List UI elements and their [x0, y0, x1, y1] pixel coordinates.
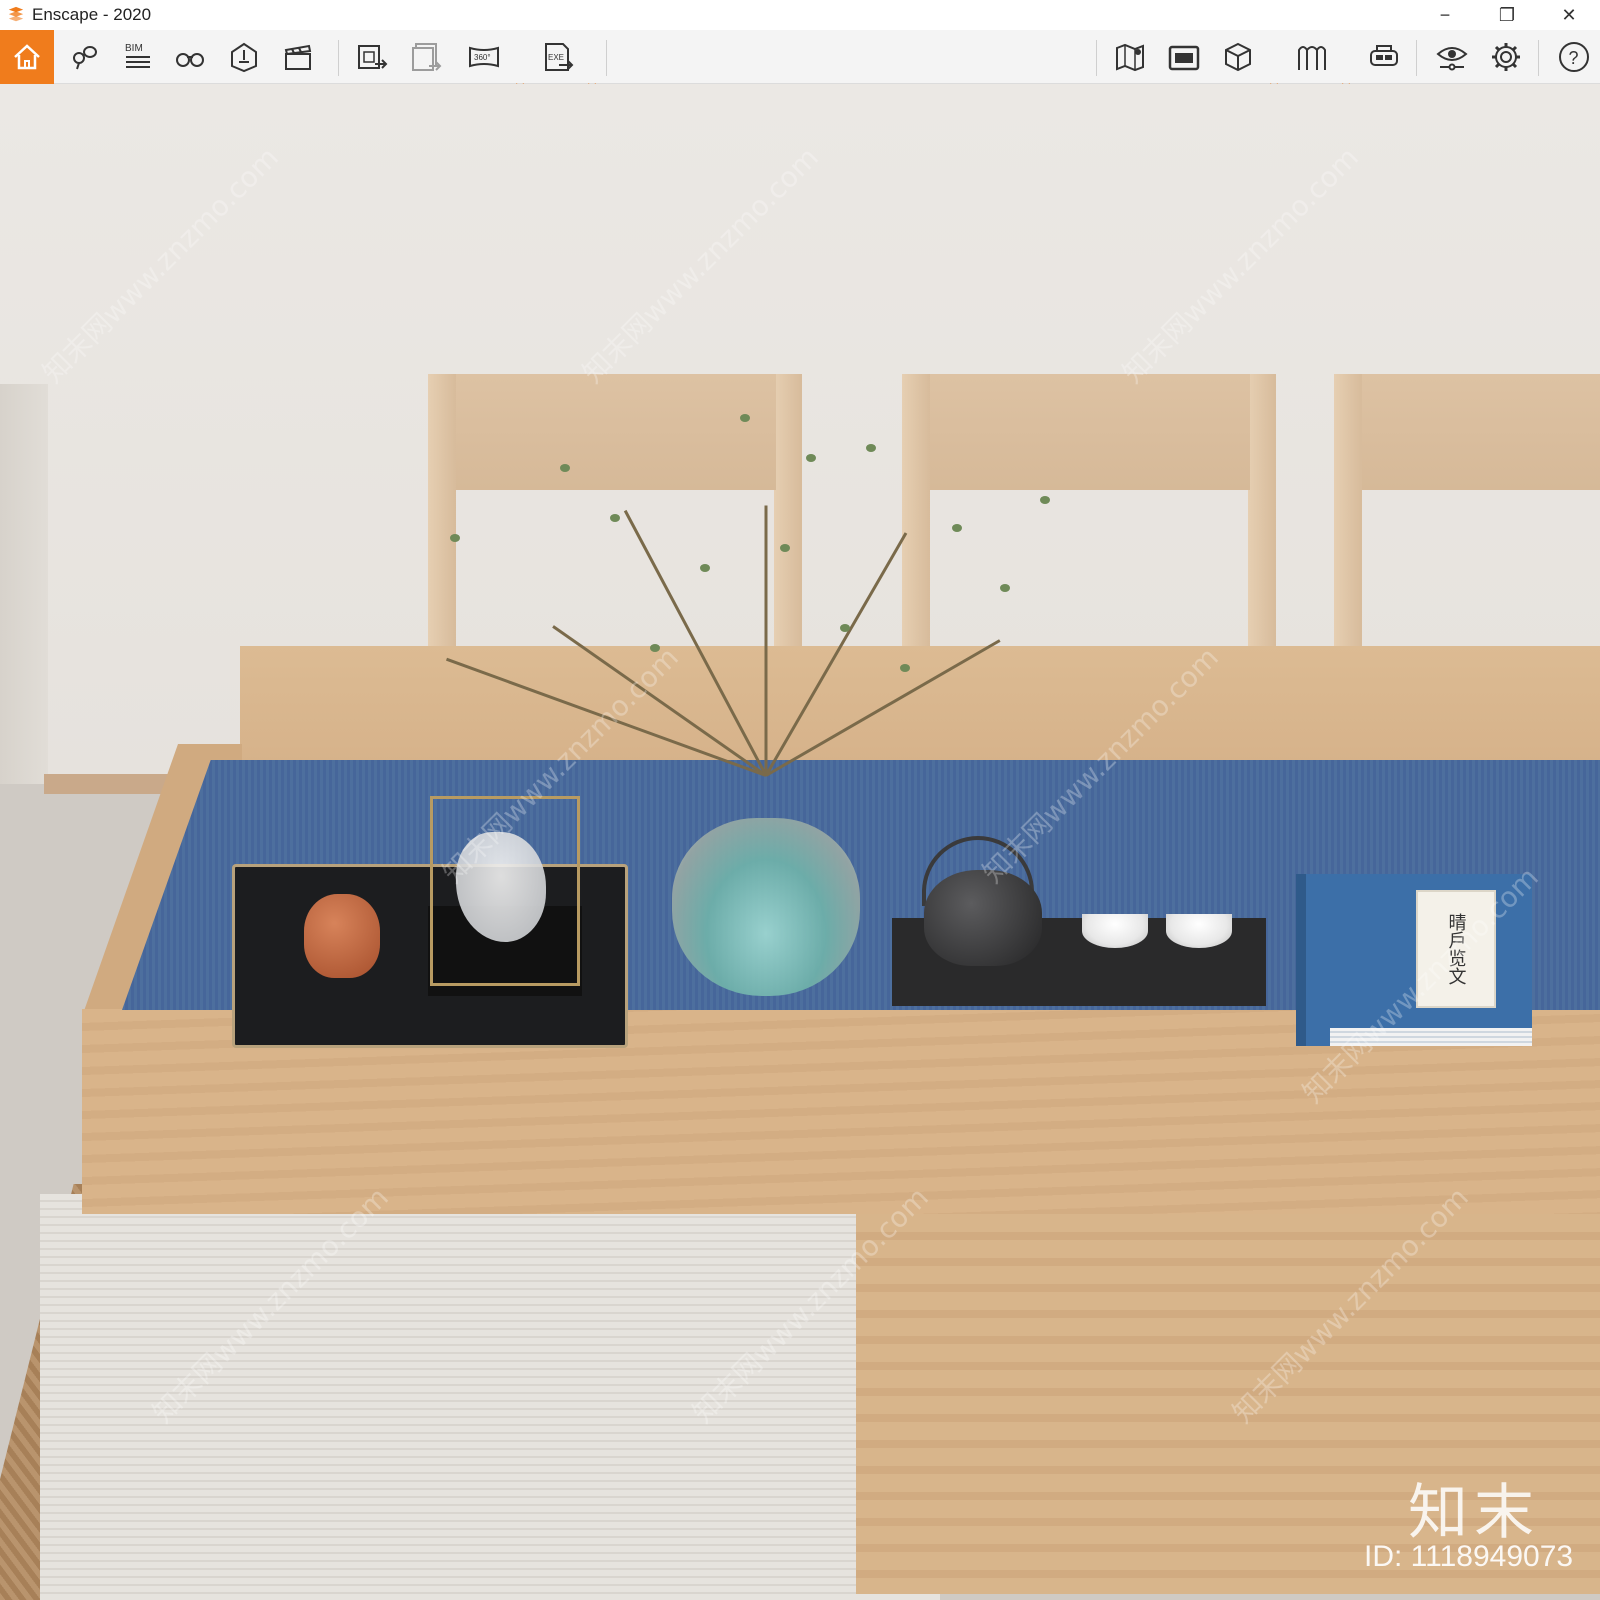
striped-rug	[40, 1194, 940, 1600]
help-icon: ?	[1559, 42, 1589, 72]
table-top	[240, 646, 1600, 766]
light-view-icon	[231, 42, 257, 73]
orange-ornament	[304, 894, 380, 978]
map-button[interactable]	[1104, 30, 1156, 84]
window-title: Enscape - 2020	[32, 5, 152, 24]
settings-gear-icon	[1492, 43, 1520, 71]
book-pages	[1330, 1028, 1532, 1046]
section-icon	[1298, 46, 1326, 70]
svg-text:?: ?	[1569, 48, 1579, 68]
home-icon	[14, 44, 40, 70]
enscape-window: Enscape - 2020 − ❐ ✕ BIM 360° EXE ? 晴戶览文…	[0, 0, 1600, 1600]
help-button[interactable]: ?	[1548, 30, 1600, 84]
window-controls: − ❐ ✕	[1414, 0, 1600, 30]
toolbar-separator	[606, 40, 607, 76]
close-button[interactable]: ✕	[1538, 0, 1600, 30]
batch-export-button[interactable]	[400, 30, 452, 84]
asset-library-button[interactable]	[1158, 30, 1210, 84]
toolbar-separator	[1538, 40, 1539, 76]
views-button[interactable]	[58, 30, 110, 84]
enscape-logo-icon	[6, 5, 26, 25]
toolbar-separator	[1096, 40, 1097, 76]
book-title-label: 晴戶览文	[1416, 890, 1496, 1008]
light-view-button[interactable]	[218, 30, 270, 84]
batch-export-icon	[412, 43, 442, 71]
brand-watermark: 知末	[1408, 1478, 1540, 1548]
svg-text:BIM: BIM	[125, 43, 143, 54]
svg-text:360°: 360°	[474, 53, 491, 62]
main-toolbar: BIM 360° EXE ?	[0, 30, 1600, 109]
vr-headset-button[interactable]	[1358, 30, 1410, 84]
tea-cup	[1166, 914, 1232, 948]
panorama-360-icon: 360°	[469, 46, 499, 68]
location-pins-icon	[73, 46, 97, 70]
exe-export-icon: EXE	[545, 43, 574, 71]
svg-text:EXE: EXE	[548, 53, 564, 62]
settings-button[interactable]	[1480, 30, 1532, 84]
export-image-button[interactable]	[346, 30, 398, 84]
title-bar: Enscape - 2020 − ❐ ✕	[0, 0, 1600, 30]
materials-button[interactable]	[1212, 30, 1264, 84]
section-button[interactable]	[1286, 30, 1338, 84]
toolbar-separator	[338, 40, 339, 76]
image-id-watermark: ID: 1118949073	[1364, 1540, 1574, 1573]
video-editor-button[interactable]	[272, 30, 324, 84]
render-viewport[interactable]: 晴戶览文 知末网www.znzmo.com 知末网www.znzmo.com 知…	[0, 84, 1600, 1600]
blue-book	[1296, 874, 1532, 1046]
binoculars-icon	[176, 53, 204, 67]
bim-button[interactable]: BIM	[112, 30, 164, 84]
tea-cup	[1082, 914, 1148, 948]
glass-vase	[672, 818, 860, 996]
export-image-icon	[358, 45, 388, 69]
vr-headset-icon	[1370, 45, 1398, 66]
minimize-button[interactable]: −	[1414, 0, 1476, 30]
visual-settings-icon	[1436, 47, 1468, 71]
exe-export-button[interactable]: EXE	[532, 30, 584, 84]
bim-icon: BIM	[125, 43, 150, 68]
restore-button[interactable]: ❐	[1476, 0, 1538, 30]
toolbar-separator	[1416, 40, 1417, 76]
home-button[interactable]	[0, 30, 54, 84]
asset-library-icon	[1168, 45, 1200, 71]
clapperboard-icon	[284, 44, 312, 70]
panorama-button[interactable]: 360°	[458, 30, 510, 84]
cube-icon	[1225, 42, 1251, 72]
walk-mode-button[interactable]	[164, 30, 216, 84]
visual-settings-button[interactable]	[1426, 30, 1478, 84]
cast-iron-teapot	[924, 870, 1042, 966]
brass-glass-box	[430, 796, 580, 986]
map-icon	[1116, 43, 1144, 72]
